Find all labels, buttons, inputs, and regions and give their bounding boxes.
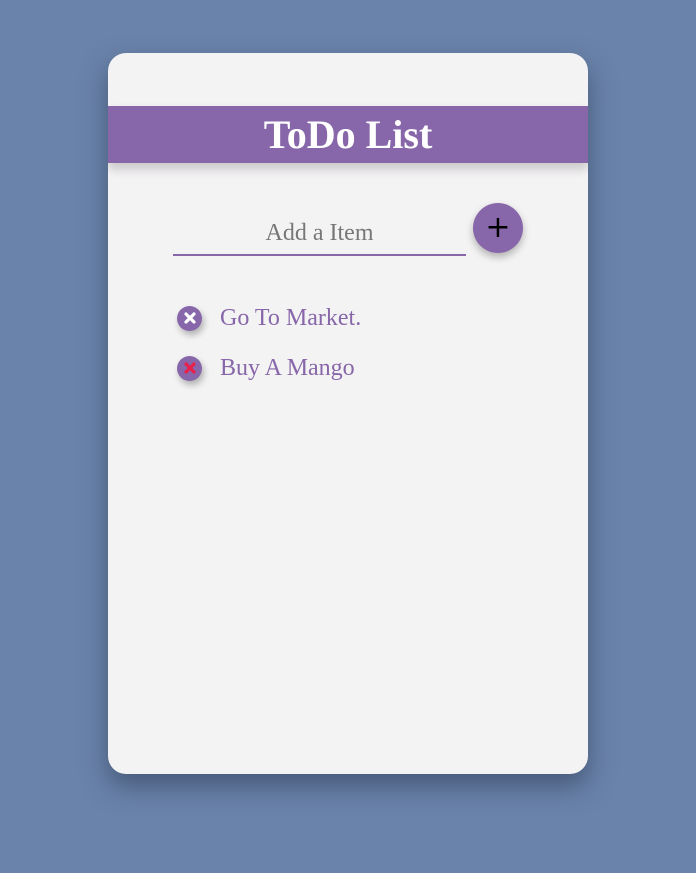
plus-icon: + [485,210,511,245]
delete-item-button[interactable] [177,305,202,331]
add-item-input[interactable] [173,213,466,254]
add-item-button[interactable]: + [473,203,523,253]
todo-card: ToDo List + Go To Market. Buy A Mango [108,53,588,774]
close-icon [183,312,196,324]
delete-item-button[interactable] [177,355,202,381]
close-icon [183,362,196,374]
list-item-text: Go To Market. [220,304,362,331]
list-item-text: Buy A Mango [220,354,355,381]
list-item: Buy A Mango [177,343,361,393]
add-item-field [173,213,466,256]
list-item: Go To Market. [177,293,361,343]
header-bar: ToDo List [108,106,588,163]
todo-list: Go To Market. Buy A Mango [177,293,361,393]
page-title: ToDo List [263,111,433,157]
